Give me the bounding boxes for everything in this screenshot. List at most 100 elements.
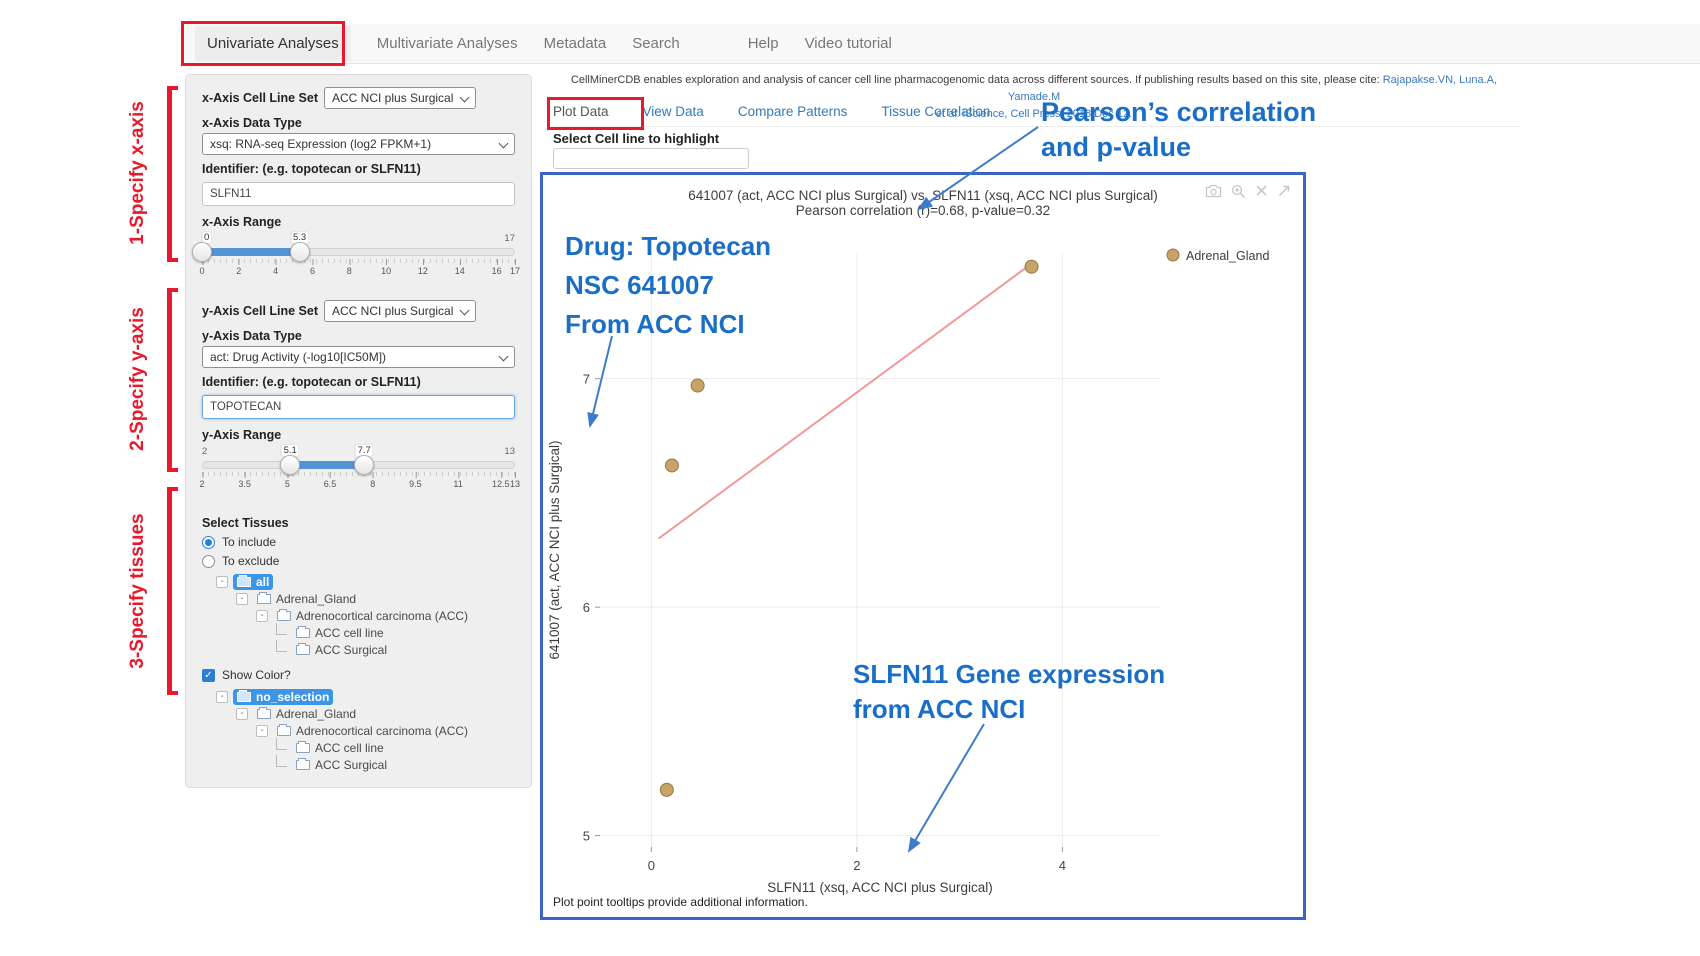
slider-tick-label: 2 [236, 266, 241, 276]
x-identifier-input[interactable] [202, 182, 515, 206]
nav-item-univariate-analyses[interactable]: Univariate Analyses [195, 26, 351, 61]
slider-tick-label: 6 [310, 266, 315, 276]
x-axis-range-slider[interactable]: 0 5.3 17 024681012141617 [202, 232, 515, 280]
slider-tick-label: 10 [381, 266, 391, 276]
y-data-type-select[interactable]: act: Drug Activity (-log10[IC50M]) [202, 346, 515, 368]
tab-plot-data[interactable]: Plot Data [553, 104, 609, 119]
show-color-checkbox-row[interactable]: Show Color? [202, 668, 515, 682]
radio-button-icon[interactable] [202, 555, 215, 568]
tree-node-label: no_selection [256, 690, 329, 704]
x-cell-line-set-select[interactable]: ACC NCI plus Surgical [324, 87, 476, 109]
tree-node-adrenocortical-carcinoma-acc-[interactable]: -Adrenocortical carcinoma (ACC) [256, 607, 515, 624]
range-slider-handle-to[interactable] [290, 242, 310, 262]
slider-minor-ticks [202, 259, 515, 263]
y-data-type-label: y-Axis Data Type [202, 329, 515, 343]
tab-compare-patterns[interactable]: Compare Patterns [738, 104, 848, 119]
camera-icon[interactable] [1205, 184, 1222, 204]
data-point[interactable] [691, 379, 704, 392]
tree-node-label: Adrenocortical carcinoma (ACC) [296, 724, 468, 738]
zoom-icon[interactable] [1231, 184, 1246, 204]
legend-marker[interactable] [1167, 249, 1179, 261]
collapse-toggle-icon[interactable]: - [256, 725, 268, 737]
red-step-label-tissues: 3-Specify tissues [127, 491, 149, 691]
tree-node-label: Adrenal_Gland [276, 707, 356, 721]
plot-subtitle: Pearson correlation (r)=0.68, p-value=0.… [543, 203, 1303, 218]
data-point[interactable] [660, 783, 673, 796]
collapse-toggle-icon[interactable]: - [236, 593, 248, 605]
pan-arrow-icon[interactable] [1277, 184, 1291, 204]
tab-view-data[interactable]: View Data [643, 104, 704, 119]
range-slider-handle-to[interactable] [354, 455, 374, 475]
checkbox-checked-icon[interactable] [202, 669, 215, 682]
collapse-toggle-icon[interactable]: - [236, 708, 248, 720]
nav-item-multivariate-analyses[interactable]: Multivariate Analyses [377, 35, 518, 52]
folder-icon [277, 726, 291, 736]
tree-node-adrenal-gland[interactable]: -Adrenal_Gland [236, 590, 515, 607]
x-axis-range-label: x-Axis Range [202, 215, 515, 229]
tree-node-acc-surgical[interactable]: ACC Surgical [276, 641, 515, 658]
slider-fill [290, 461, 364, 469]
folder-icon [296, 760, 310, 770]
radio-to-exclude[interactable]: To exclude [202, 554, 515, 568]
slider-tick-label: 8 [347, 266, 352, 276]
tree-connector [276, 640, 287, 652]
tree-node-acc-cell-line[interactable]: ACC cell line [276, 739, 515, 756]
red-bracket-tissues [167, 487, 178, 695]
nav-item-video-tutorial[interactable]: Video tutorial [805, 35, 892, 52]
nav-item-metadata[interactable]: Metadata [544, 35, 607, 52]
tree-node-label: ACC Surgical [315, 643, 387, 657]
tree-connector [276, 623, 287, 635]
y-cell-line-set-select[interactable]: ACC NCI plus Surgical [324, 300, 476, 322]
tree-node-no-selection[interactable]: - no_selection [216, 688, 515, 705]
nav-item-help[interactable]: Help [748, 35, 779, 52]
tab-tissue-correlation[interactable]: Tissue Correlation [881, 104, 990, 119]
range-slider-handle-from[interactable] [280, 455, 300, 475]
tree-node-label: ACC cell line [315, 741, 384, 755]
highlight-cell-line-label: Select Cell line to highlight [553, 131, 719, 146]
x-data-type-value: xsq: RNA-seq Expression (log2 FPKM+1) [210, 137, 431, 151]
annotation-gene-line2: from ACC NCI [853, 692, 1165, 727]
x-tick-label: 0 [648, 858, 655, 873]
tree-node-label: ACC Surgical [315, 758, 387, 772]
page: { "nav": { "items": [ {"label": "Univari… [0, 0, 1700, 956]
folder-icon [277, 611, 291, 621]
y-cell-line-set-value: ACC NCI plus Surgical [332, 304, 453, 318]
top-navbar: Univariate Analyses Multivariate Analyse… [185, 24, 1700, 64]
annotation-pearson: Pearson’s correlation and p-value [1041, 95, 1316, 165]
tree-node-acc-surgical[interactable]: ACC Surgical [276, 756, 515, 773]
y-data-type-value: act: Drug Activity (-log10[IC50M]) [210, 350, 386, 364]
y-identifier-input[interactable] [202, 395, 515, 419]
tissue-include-tree: -all-Adrenal_Gland-Adrenocortical carcin… [202, 573, 515, 658]
radio-to-include[interactable]: To include [202, 535, 515, 549]
x-axis-title: SLFN11 (xsq, ACC NCI plus Surgical) [767, 880, 993, 895]
tree-node-adrenocortical-carcinoma-acc-[interactable]: - Adrenocortical carcinoma (ACC) [256, 722, 515, 739]
red-bracket-y-axis [167, 288, 178, 472]
y-slider-min-label: 2 [202, 446, 207, 457]
collapse-toggle-icon[interactable]: - [256, 610, 268, 622]
annotation-gene: SLFN11 Gene expression from ACC NCI [853, 657, 1165, 727]
y-tick-label: 6 [583, 600, 590, 615]
y-axis-title: 641007 (act, ACC NCI plus Surgical) [547, 440, 562, 659]
tree-node-all[interactable]: -all [216, 573, 515, 590]
slider-tick-label: 12.5 [492, 479, 510, 489]
range-slider-handle-from[interactable] [192, 242, 212, 262]
tree-connector [276, 755, 287, 767]
tree-node-acc-cell-line[interactable]: ACC cell line [276, 624, 515, 641]
folder-icon [257, 594, 271, 604]
data-point[interactable] [665, 459, 678, 472]
y-axis-range-slider[interactable]: 2 5.1 7.7 13 23.556.589.51112.513 [202, 445, 515, 493]
annotation-gene-line1: SLFN11 Gene expression [853, 657, 1165, 692]
collapse-toggle-icon[interactable]: - [216, 576, 228, 588]
close-icon[interactable] [1255, 184, 1268, 204]
radio-button-icon[interactable] [202, 536, 215, 549]
nav-item-search[interactable]: Search [632, 35, 680, 52]
slider-tick-label: 11 [453, 479, 462, 489]
tree-node-adrenal-gland[interactable]: - Adrenal_Gland [236, 705, 515, 722]
data-point[interactable] [1025, 260, 1038, 273]
legend-label[interactable]: Adrenal_Gland [1186, 249, 1269, 263]
plot-footer-note: Plot point tooltips provide additional i… [553, 895, 808, 909]
highlight-cell-line-input[interactable] [553, 148, 749, 169]
collapse-toggle-icon[interactable]: - [216, 691, 228, 703]
x-data-type-select[interactable]: xsq: RNA-seq Expression (log2 FPKM+1) [202, 133, 515, 155]
chevron-down-icon [460, 306, 470, 316]
